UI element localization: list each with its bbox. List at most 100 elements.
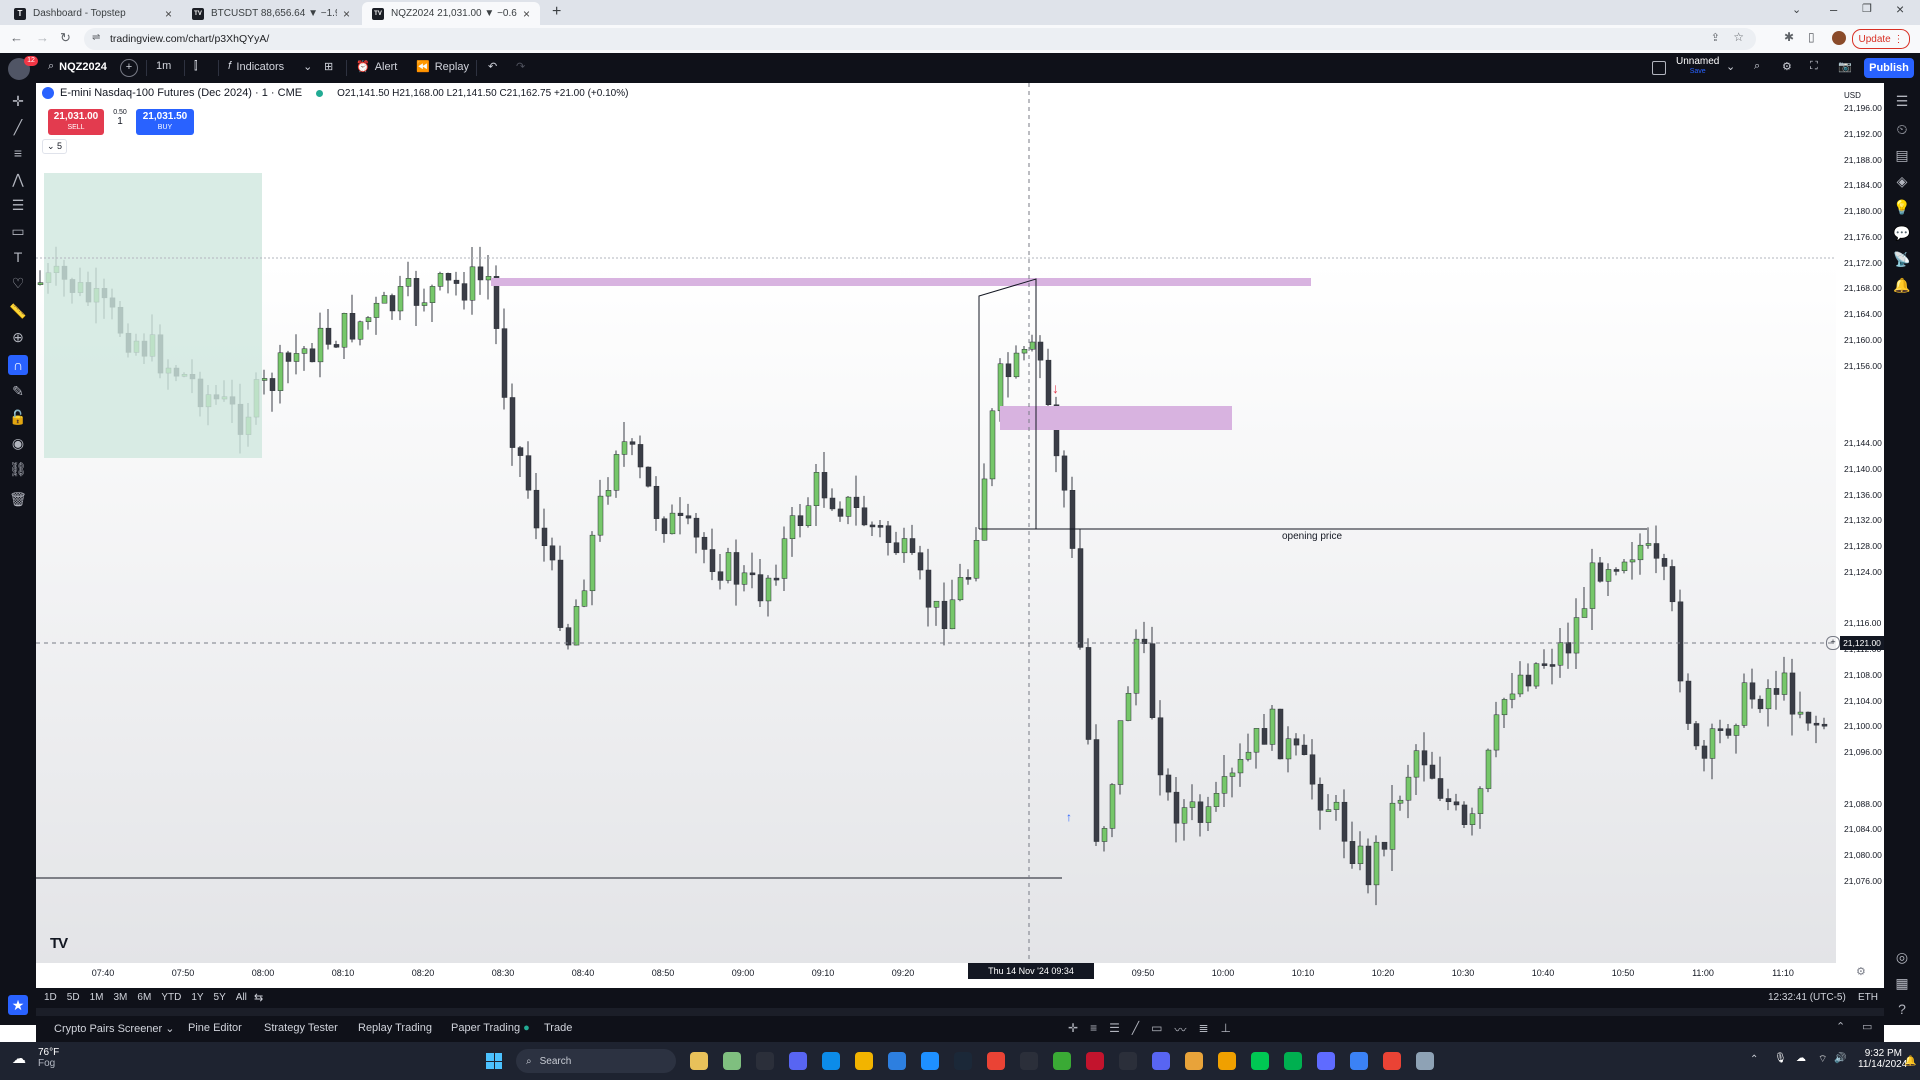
layout-checkbox[interactable] (1652, 61, 1666, 75)
trash-icon[interactable]: 🗑 (8, 489, 28, 509)
data-window-icon[interactable]: ▤ (1892, 145, 1912, 165)
range-1m[interactable]: 1M (90, 992, 104, 1003)
weather-widget[interactable]: 76°F Fog (38, 1047, 59, 1069)
taskbar-app-icon[interactable] (1053, 1052, 1071, 1070)
parallel-lines-icon[interactable]: ☰ (1109, 1021, 1120, 1038)
range-1y[interactable]: 1Y (191, 992, 203, 1003)
maximize-panel-icon[interactable]: ▭ (1862, 1020, 1872, 1033)
horizontal-lines-icon[interactable]: ≡ (8, 143, 28, 163)
favorites-star-icon[interactable]: ★ (8, 995, 28, 1015)
taskbar-clock[interactable]: 9:32 PM 11/14/2024 (1858, 1048, 1907, 1070)
trend-line-icon[interactable]: ╱ (1132, 1021, 1139, 1038)
session-label[interactable]: ETH (1858, 992, 1878, 1003)
text-tool-icon[interactable]: T (8, 247, 28, 267)
quick-search-icon[interactable]: ⌕ (1754, 60, 1760, 73)
bookmark-star-icon[interactable]: ☆ (1733, 30, 1744, 44)
profile-avatar[interactable] (1832, 31, 1846, 45)
magnet-icon[interactable]: ∩ (8, 355, 28, 375)
crosshair-cursor-icon[interactable]: ✛ (8, 91, 28, 111)
close-icon[interactable]: × (523, 7, 530, 21)
qty-value[interactable]: 1 (108, 116, 132, 127)
layout-name-button[interactable]: Unnamed Save (1676, 57, 1719, 77)
tab-crypto-pairs-screener[interactable]: Crypto Pairs Screener ⌄ (54, 1022, 175, 1035)
price-plot[interactable]: ↓↑ (36, 83, 1836, 963)
volume-icon[interactable]: 🔊 (1834, 1053, 1846, 1064)
notification-bell-icon[interactable]: 🔔 (1904, 1056, 1916, 1067)
path-icon[interactable]: 〰 (1174, 1021, 1186, 1038)
streams-icon[interactable]: 📡 (1892, 249, 1912, 269)
taskbar-app-icon[interactable] (1416, 1052, 1434, 1070)
taskbar-app-icon[interactable] (855, 1052, 873, 1070)
back-icon[interactable]: ← (10, 30, 23, 45)
undo-button[interactable]: ↶ (488, 60, 497, 73)
add-alert-plus-icon[interactable]: + (1826, 636, 1840, 650)
range-3m[interactable]: 3M (114, 992, 128, 1003)
taskbar-app-icon[interactable] (1086, 1052, 1104, 1070)
range-5y[interactable]: 5Y (214, 992, 226, 1003)
tab-search-icon[interactable]: ⌄ (1792, 3, 1801, 16)
windows-start-icon[interactable] (486, 1053, 502, 1069)
taskbar-app-icon[interactable] (954, 1052, 972, 1070)
fullscreen-icon[interactable]: ⛶ (1810, 60, 1818, 73)
fib-retracement-icon[interactable]: ☰ (8, 195, 28, 215)
range-5d[interactable]: 5D (67, 992, 80, 1003)
clock-label[interactable]: 12:32:41 (UTC-5) (1768, 992, 1846, 1003)
settings-gear-icon[interactable]: ⚙ (1782, 60, 1792, 73)
legend-collapse-button[interactable]: ⌄ 5 (42, 139, 68, 154)
replay-button[interactable]: ⏪ Replay (416, 60, 469, 74)
tray-chevron-icon[interactable]: ⌃ (1750, 1054, 1758, 1065)
taskbar-app-icon[interactable] (1317, 1052, 1335, 1070)
symbol-search[interactable]: ⌕ NQZ2024 (48, 60, 107, 73)
buy-button[interactable]: 21,031.50 BUY (136, 109, 194, 135)
forward-icon[interactable]: → (36, 30, 49, 45)
date-range-icon[interactable]: ⇆ (254, 991, 263, 1004)
close-icon[interactable]: × (165, 7, 172, 21)
taskbar-app-icon[interactable] (822, 1052, 840, 1070)
range-1d[interactable]: 1D (44, 992, 57, 1003)
reload-icon[interactable]: ↻ (60, 30, 71, 46)
zoom-in-icon[interactable]: ⊕ (8, 327, 28, 347)
tab-replay-trading[interactable]: Replay Trading (358, 1022, 432, 1034)
network-icon[interactable]: ⌔ (1818, 1053, 1827, 1066)
chevron-down-icon[interactable]: ⌄ (1726, 60, 1735, 73)
taskbar-app-icon[interactable] (1284, 1052, 1302, 1070)
microphone-icon[interactable]: 🎙 (1774, 1053, 1787, 1064)
taskbar-app-icon[interactable] (1218, 1052, 1236, 1070)
long-position-icon[interactable]: ⊥ (1221, 1021, 1231, 1038)
pitchfork-icon[interactable]: ⋀ (8, 169, 28, 189)
indicators-button[interactable]: 𝑓 Indicators ⌄ (228, 60, 312, 73)
taskbar-app-icon[interactable] (1152, 1052, 1170, 1070)
ruler-icon[interactable]: 📏 (8, 301, 28, 321)
layouts-button[interactable]: ⊞ (324, 60, 333, 73)
taskbar-search[interactable]: ⌕ Search (516, 1049, 676, 1073)
range-ytd[interactable]: YTD (161, 992, 181, 1003)
restore-button[interactable]: ❐ (1862, 2, 1872, 15)
lock-icon[interactable]: 🔓 (8, 407, 28, 427)
symbol-title[interactable]: E-mini Nasdaq-100 Futures (Dec 2024) · 1… (60, 87, 302, 99)
calendar-icon[interactable]: ▦ (1892, 973, 1912, 993)
lock-drawing-icon[interactable]: ✎ (8, 381, 28, 401)
eye-icon[interactable]: ◉ (8, 433, 28, 453)
close-window-button[interactable]: × (1896, 1, 1904, 17)
weather-fog-icon[interactable]: ☁ (12, 1050, 26, 1067)
url-field[interactable]: ⇌ tradingview.com/chart/p3XhQYyA/ ⇪ ☆ (84, 28, 1756, 50)
scale-settings-icon[interactable]: ⚙ (1856, 965, 1866, 978)
tradingview-logo[interactable]: TV (50, 935, 68, 952)
rectangle-tool-icon[interactable]: ▭ (8, 221, 28, 241)
close-icon[interactable]: × (343, 7, 350, 21)
tab-nqz2024[interactable]: TV NQZ2024 21,031.00 ▼ −0.64% U × (362, 2, 540, 25)
chart-pane[interactable]: ↓ ↑ E-mini Nasdaq-100 Futures (Dec 2024) … (36, 83, 1884, 979)
trend-line-icon[interactable]: ╱ (8, 117, 28, 137)
horizontal-line-icon[interactable]: ≡ (1090, 1021, 1097, 1038)
share-icon[interactable]: ⇪ (1711, 31, 1720, 44)
camera-icon[interactable]: 📷 (1838, 60, 1852, 73)
link-icon[interactable]: ⛓ (8, 459, 28, 479)
layers-icon[interactable]: ◈ (1892, 171, 1912, 191)
side-panel-icon[interactable]: ▯ (1808, 30, 1815, 44)
target-icon[interactable]: ◎ (1892, 947, 1912, 967)
watchlist-icon[interactable]: ☰ (1892, 91, 1912, 111)
collapse-panel-icon[interactable]: ⌃ (1836, 1020, 1845, 1033)
taskbar-app-icon[interactable] (1350, 1052, 1368, 1070)
tab-topstep[interactable]: T Dashboard - Topstep × (4, 2, 182, 25)
tab-strategy-tester[interactable]: Strategy Tester (264, 1022, 338, 1034)
